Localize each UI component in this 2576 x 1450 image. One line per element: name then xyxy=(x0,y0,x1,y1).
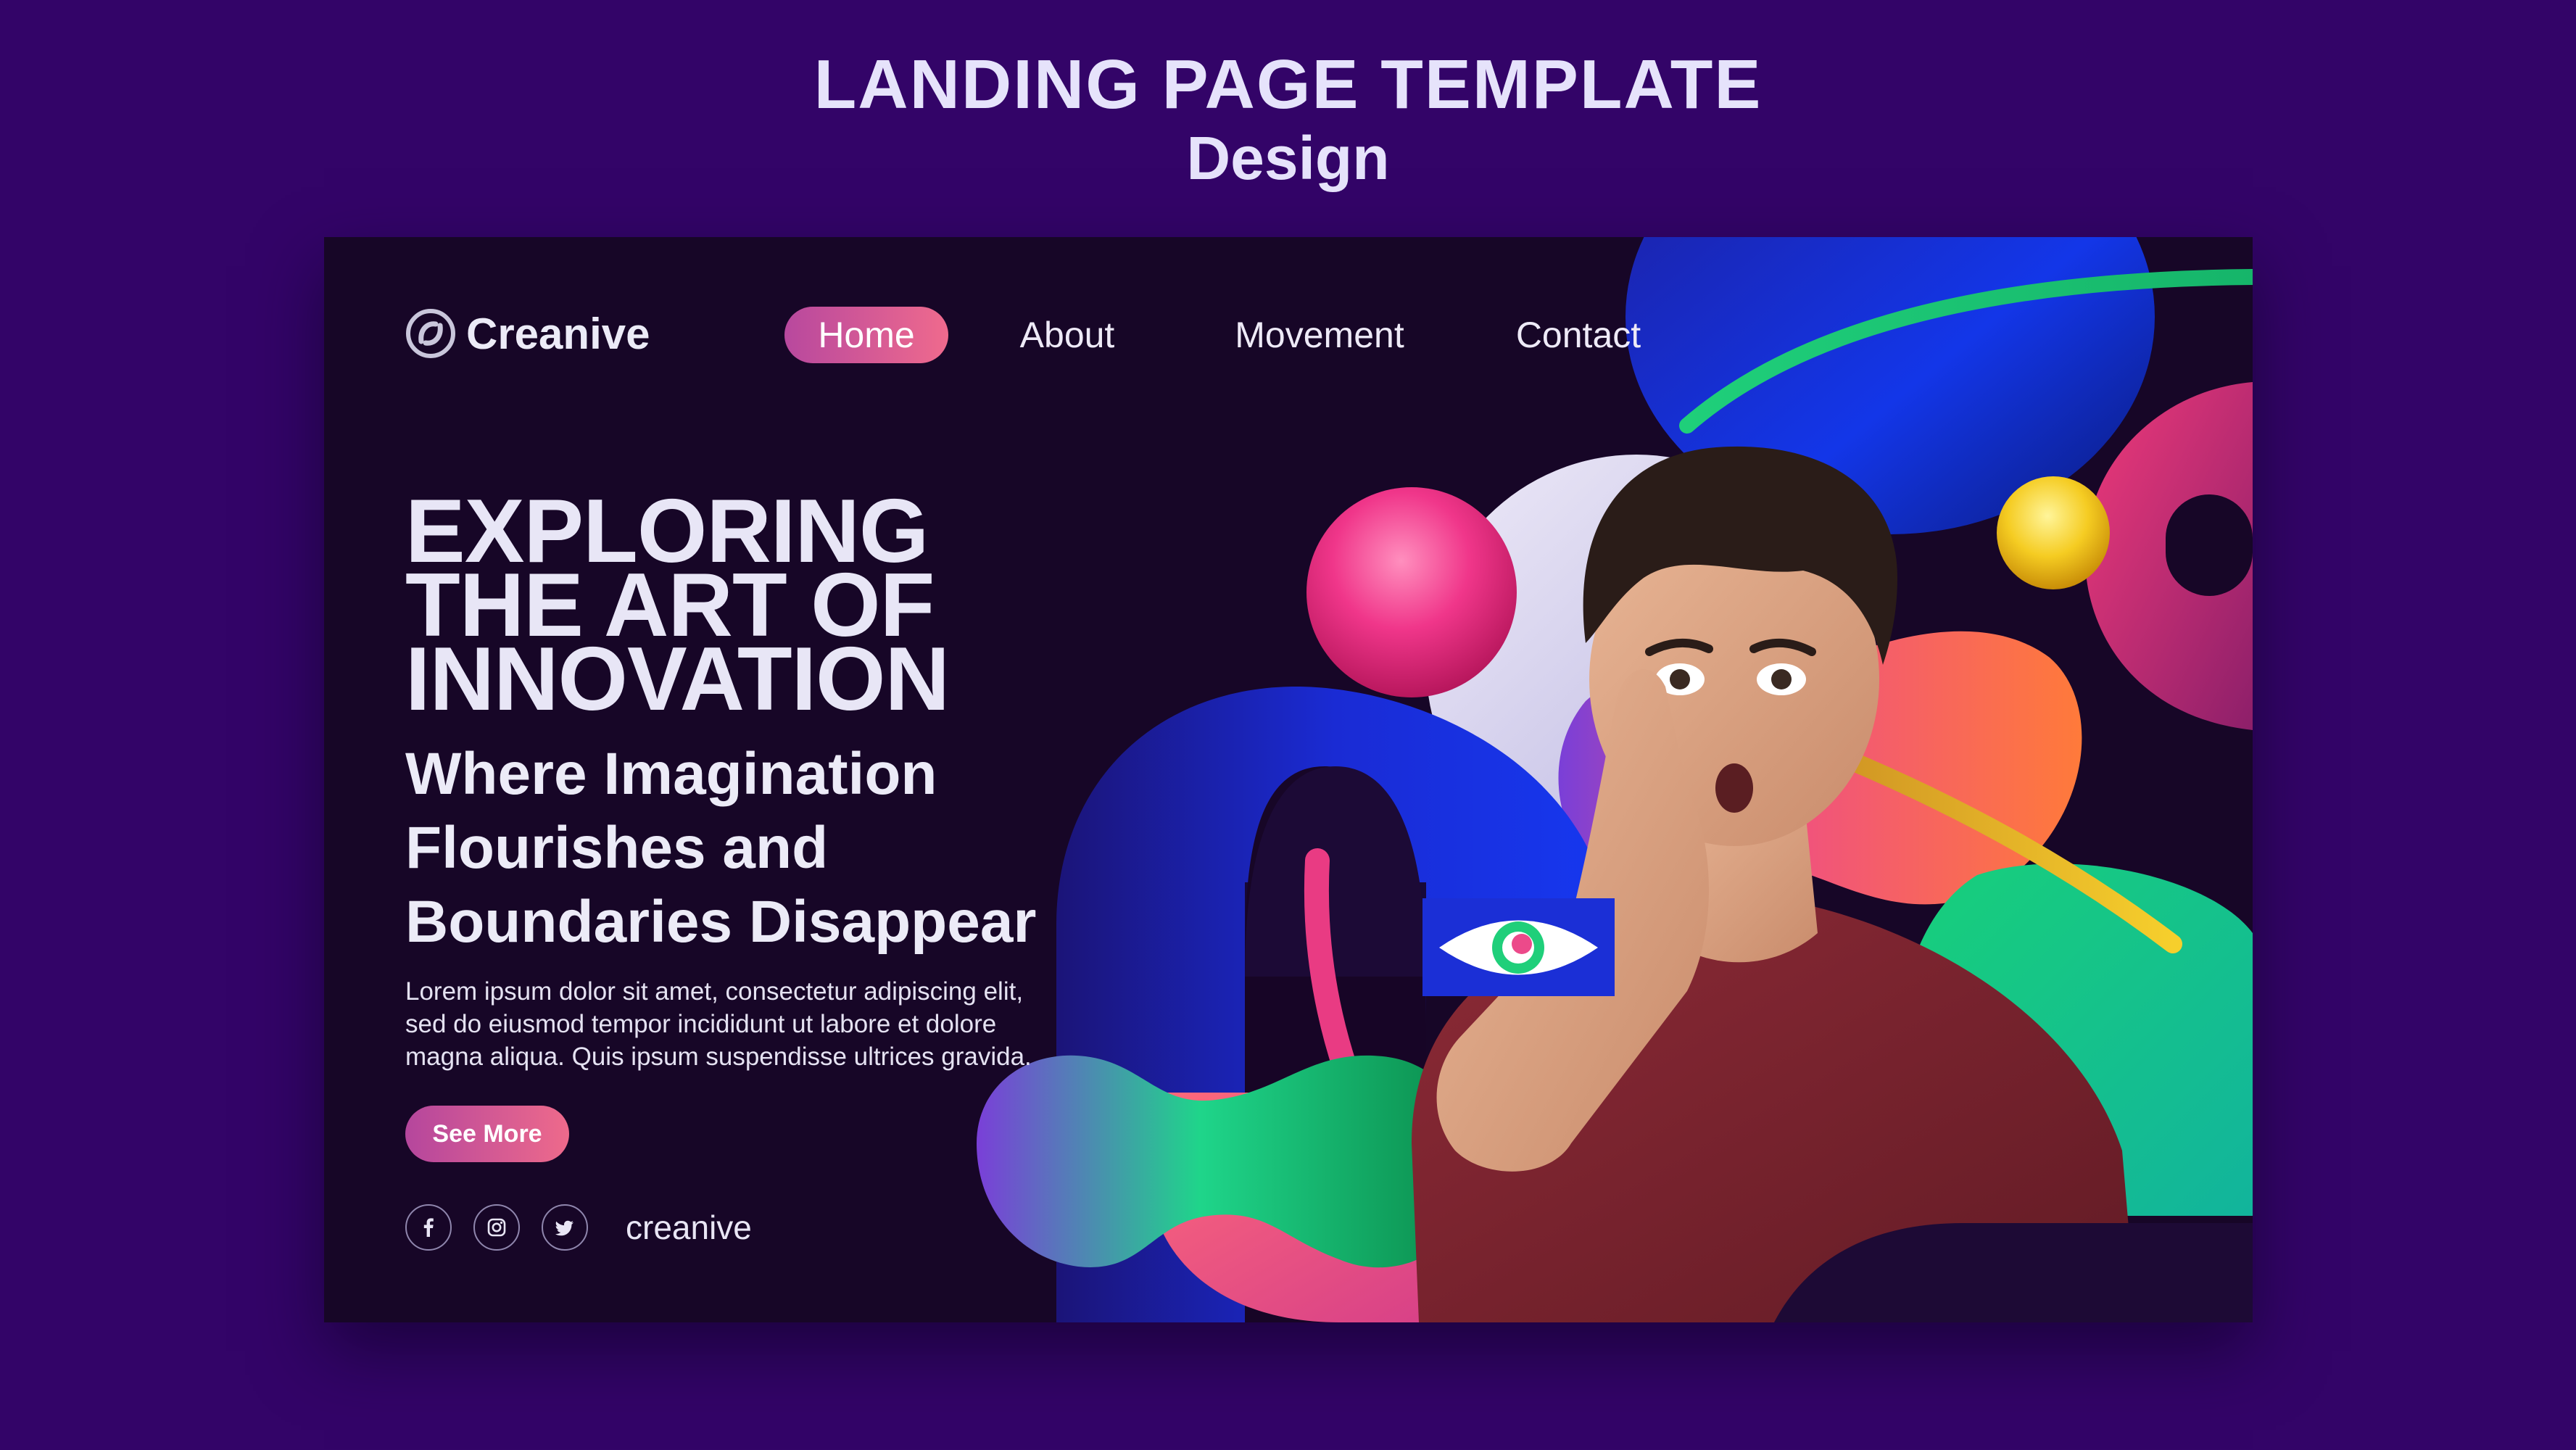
hero-heading: EXPLORING THE ART OF INNOVATION xyxy=(405,486,1203,729)
nav-about[interactable]: About xyxy=(1006,307,1129,363)
hero-description: Lorem ipsum dolor sit amet, consectetur … xyxy=(405,975,1145,1073)
showcase-title: LANDING PAGE TEMPLATE xyxy=(813,46,1763,123)
brand-name: Creanive xyxy=(466,309,650,358)
hero-description-line: sed do eiusmod tempor incididunt ut labo… xyxy=(405,1010,997,1038)
hero-subheading-line: Flourishes and xyxy=(405,815,829,881)
see-more-button[interactable]: See More xyxy=(405,1106,569,1162)
landing-page-mockup: Creanive Home About Movement Contact EXP… xyxy=(324,237,2253,1322)
hero-description-line: Lorem ipsum dolor sit amet, consectetur … xyxy=(405,977,1024,1006)
twitter-link[interactable] xyxy=(542,1204,588,1251)
creanive-logo-icon xyxy=(406,309,455,358)
hero-subheading-line: Where Imagination xyxy=(405,741,937,807)
hero-heading-line: INNOVATION xyxy=(405,629,950,729)
nav-home[interactable]: Home xyxy=(784,307,948,363)
instagram-link[interactable] xyxy=(473,1204,520,1251)
twitter-icon xyxy=(555,1220,573,1236)
hero-subheading-line: Boundaries Disappear xyxy=(405,889,1037,955)
social-handle: creanive xyxy=(626,1209,752,1246)
brand-logo[interactable]: Creanive xyxy=(405,308,650,359)
nav-contact[interactable]: Contact xyxy=(1499,307,1658,363)
hero-subheading: Where Imagination Flourishes and Boundar… xyxy=(405,737,1203,959)
nav-movement[interactable]: Movement xyxy=(1214,307,1425,363)
hero-description-line: magna aliqua. Quis ipsum suspendisse ult… xyxy=(405,1043,1032,1071)
facebook-link[interactable] xyxy=(405,1204,452,1251)
instagram-icon xyxy=(487,1218,506,1237)
social-links xyxy=(405,1204,588,1251)
showcase-subtitle: Design xyxy=(1186,124,1390,192)
facebook-icon xyxy=(423,1218,434,1237)
